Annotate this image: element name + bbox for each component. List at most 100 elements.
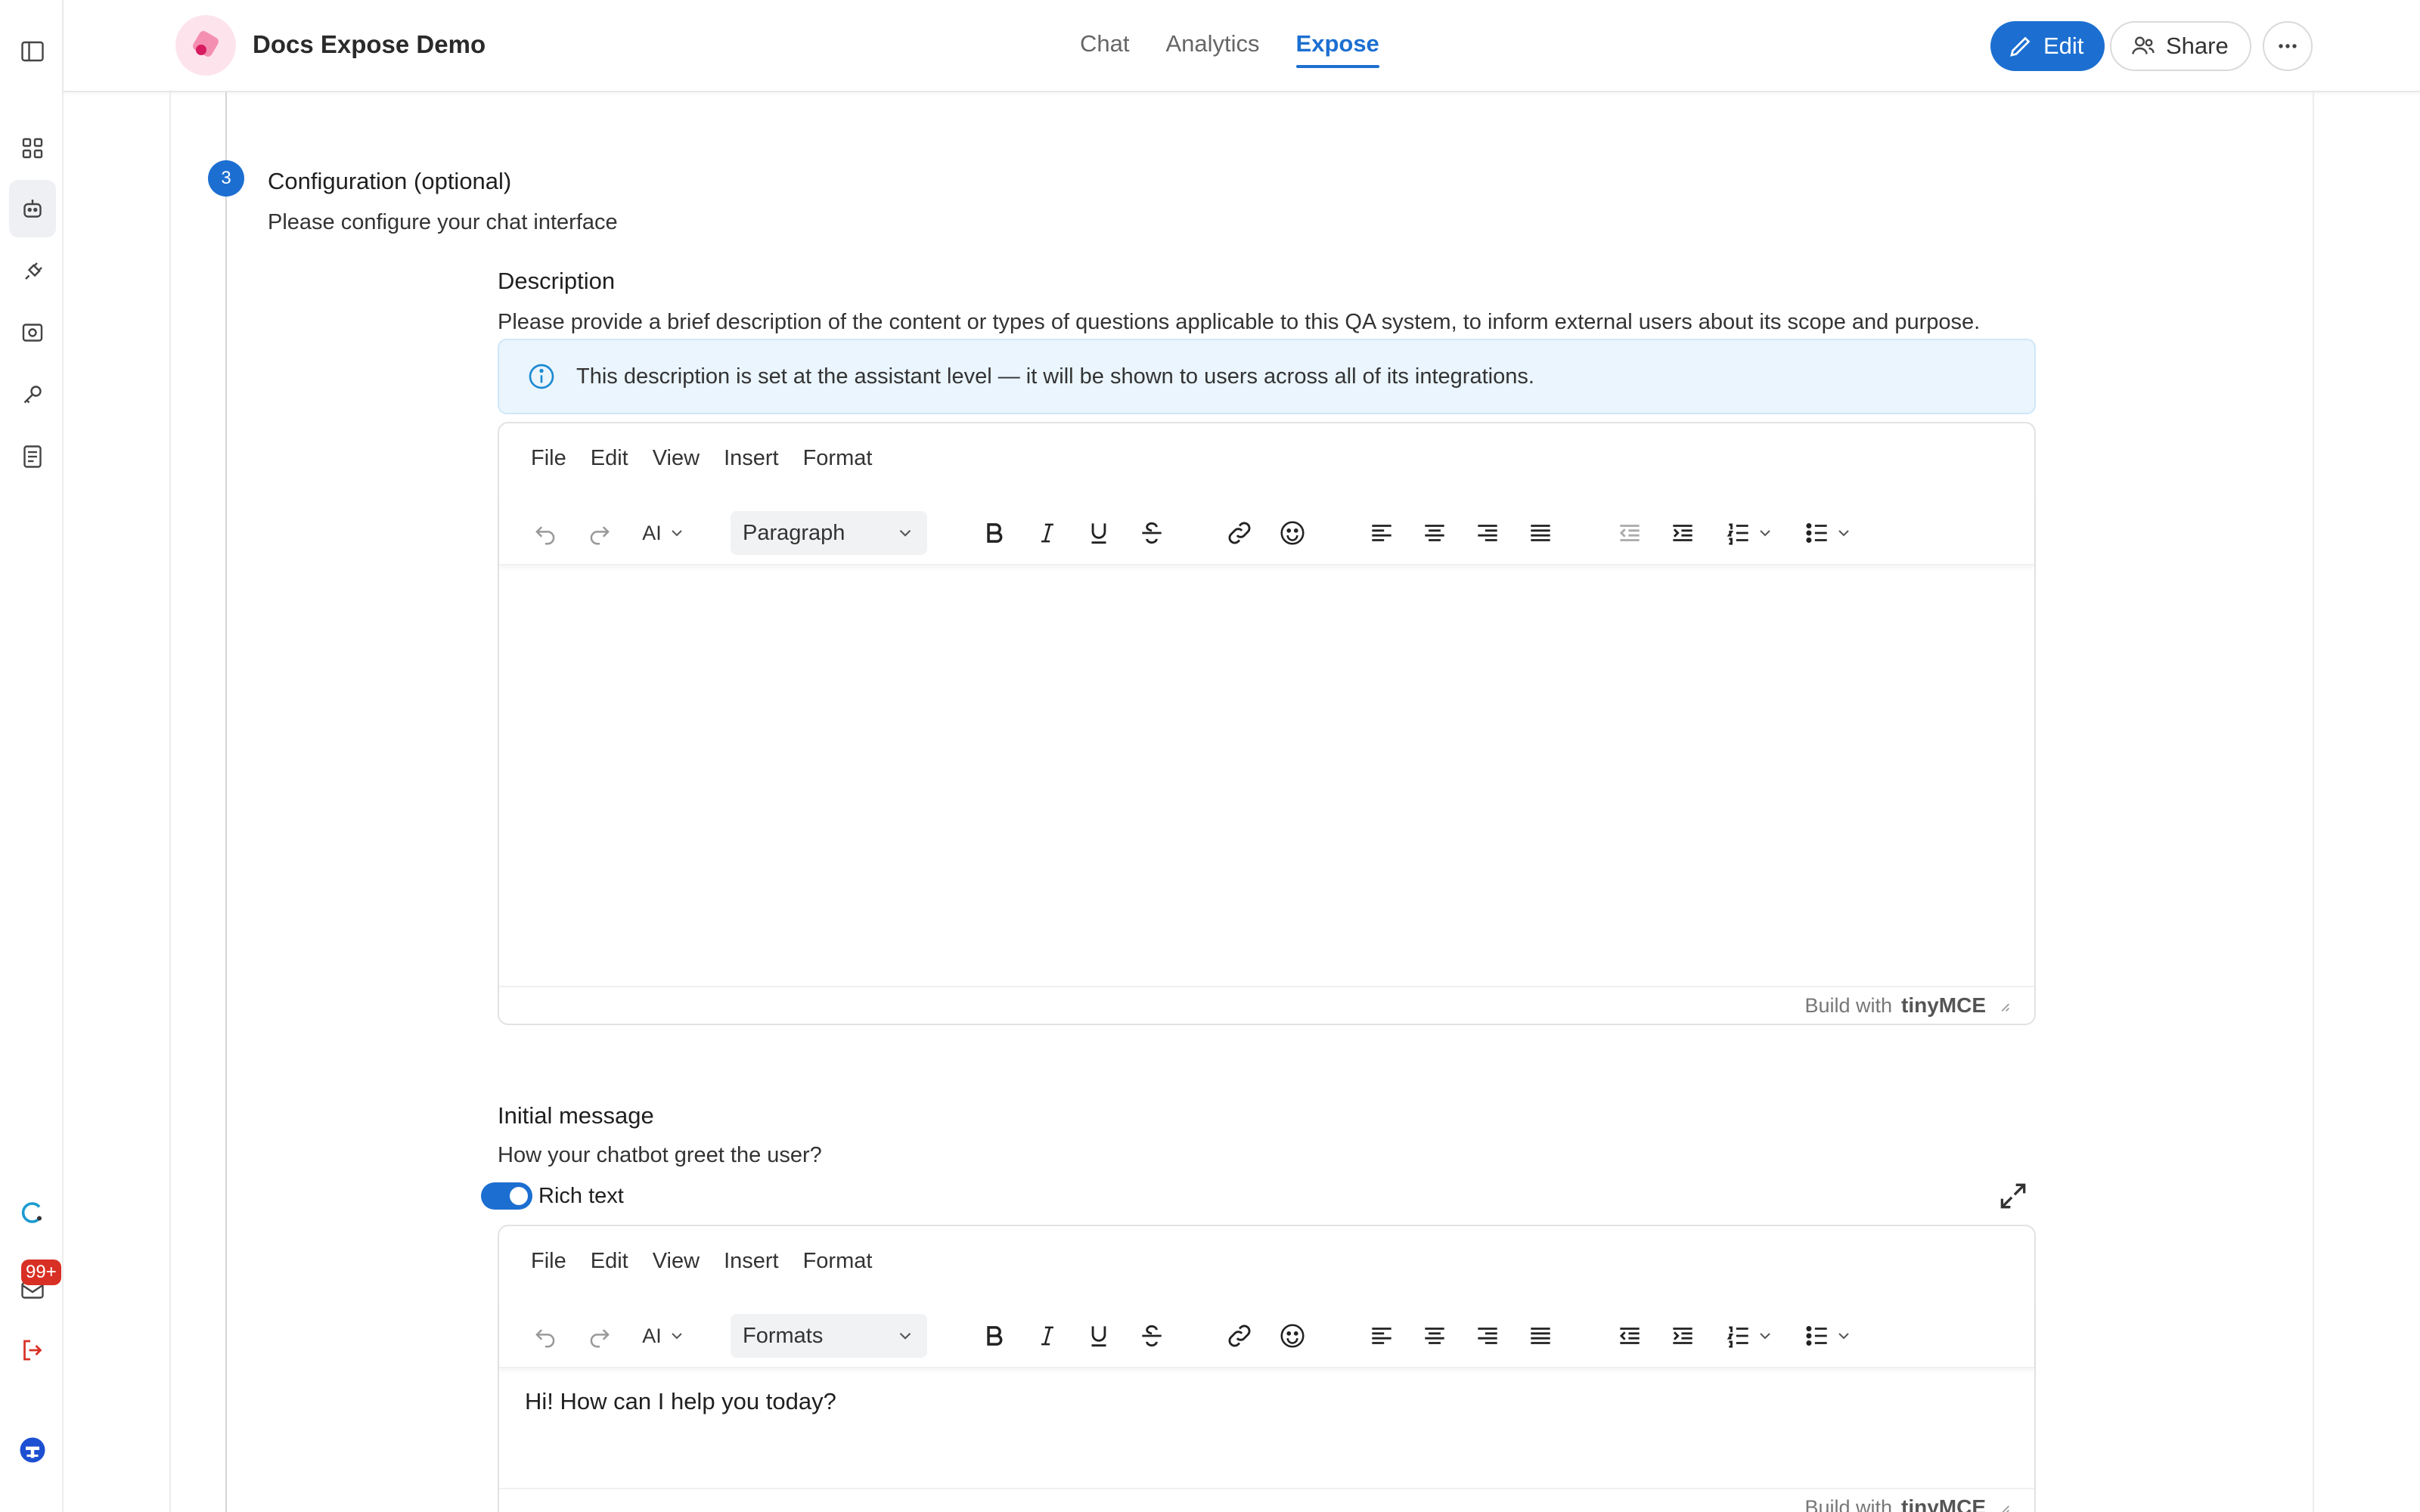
- toggle-knob: [510, 1187, 528, 1205]
- outdent-icon[interactable]: [1611, 514, 1649, 552]
- bold-icon[interactable]: [976, 514, 1013, 552]
- align-justify-icon[interactable]: [1522, 1317, 1559, 1355]
- bullet-list-button[interactable]: [1794, 1317, 1862, 1355]
- indent-icon[interactable]: [1664, 1317, 1702, 1355]
- align-center-icon[interactable]: [1416, 514, 1454, 552]
- undo-icon[interactable]: [526, 514, 564, 552]
- logout-icon[interactable]: [9, 1321, 56, 1379]
- editor-statusbar: Build with tinyMCE: [499, 986, 2034, 1024]
- rich-text-toggle[interactable]: [481, 1182, 532, 1210]
- chevron-down-icon: [672, 1333, 682, 1340]
- tab-analytics[interactable]: Analytics: [1165, 30, 1259, 68]
- edit-button[interactable]: Edit: [1990, 21, 2105, 71]
- description-label: Description: [498, 268, 616, 294]
- menu-view[interactable]: View: [653, 1249, 700, 1274]
- tab-chat[interactable]: Chat: [1080, 30, 1129, 68]
- italic-icon[interactable]: [1028, 1317, 1066, 1355]
- step-subtitle: Please configure your chat interface: [268, 210, 618, 234]
- initial-message-hint: How your chatbot greet the user?: [498, 1143, 822, 1167]
- step-title: Configuration (optional): [268, 168, 512, 194]
- align-left-icon[interactable]: [1363, 1317, 1401, 1355]
- underline-icon[interactable]: [1080, 1317, 1118, 1355]
- strikethrough-icon[interactable]: [1133, 1317, 1171, 1355]
- bullet-list-button[interactable]: [1794, 514, 1862, 552]
- expand-icon[interactable]: [1996, 1179, 2030, 1213]
- resize-handle-icon[interactable]: [1995, 997, 2012, 1014]
- plug-icon[interactable]: [9, 243, 56, 301]
- align-justify-icon[interactable]: [1522, 514, 1559, 552]
- menu-file[interactable]: File: [531, 1249, 566, 1274]
- block-format-value: Paragraph: [743, 520, 845, 545]
- bold-icon[interactable]: [976, 1317, 1013, 1355]
- align-left-icon[interactable]: [1363, 514, 1401, 552]
- edit-button-label: Edit: [2043, 33, 2084, 59]
- sidebar-toggle-icon[interactable]: [9, 23, 56, 80]
- block-format-select[interactable]: Formats: [731, 1314, 927, 1358]
- initial-message-content[interactable]: Hi! How can I help you today?: [525, 1388, 836, 1415]
- key-icon[interactable]: [9, 366, 56, 423]
- underline-icon[interactable]: [1080, 514, 1118, 552]
- apps-grid-icon[interactable]: [9, 119, 56, 177]
- italic-icon[interactable]: [1028, 514, 1066, 552]
- chevron-down-icon: [1838, 530, 1849, 537]
- bot-icon[interactable]: [9, 180, 56, 237]
- indent-icon[interactable]: [1664, 514, 1702, 552]
- editor-menubar: File Edit View Insert Format: [531, 1249, 872, 1274]
- ellipsis-icon: [2279, 44, 2297, 48]
- numbered-list-button[interactable]: [1715, 514, 1783, 552]
- resize-handle-icon[interactable]: [1995, 1499, 2012, 1512]
- ai-label: AI: [642, 521, 662, 544]
- undo-icon[interactable]: [526, 1317, 564, 1355]
- tinymce-logo[interactable]: tinyMCE: [1901, 993, 1986, 1018]
- align-center-icon[interactable]: [1416, 1317, 1454, 1355]
- link-icon[interactable]: [1221, 1317, 1258, 1355]
- step-number-badge: 3: [208, 160, 244, 197]
- notification-badge: 99+: [21, 1259, 61, 1285]
- editor-statusbar: Build with tinyMCE: [499, 1488, 2034, 1512]
- ai-label: AI: [642, 1324, 662, 1347]
- ai-assistant-button[interactable]: AI: [634, 1317, 694, 1355]
- description-hint: Please provide a brief description of th…: [498, 310, 1981, 334]
- redo-icon[interactable]: [581, 514, 619, 552]
- editor-toolbar: AI Formats: [499, 1302, 2034, 1368]
- align-right-icon[interactable]: [1469, 514, 1506, 552]
- menu-edit[interactable]: Edit: [591, 446, 628, 471]
- block-format-select[interactable]: Paragraph: [731, 511, 927, 555]
- chevron-down-icon: [899, 1332, 911, 1340]
- tab-expose[interactable]: Expose: [1295, 30, 1380, 68]
- initial-message-label: Initial message: [498, 1102, 654, 1129]
- ai-assistant-button[interactable]: AI: [634, 514, 694, 552]
- numbered-list-icon: [1727, 523, 1748, 545]
- menu-insert[interactable]: Insert: [724, 1249, 779, 1274]
- scan-icon[interactable]: [9, 304, 56, 361]
- document-icon[interactable]: [9, 428, 56, 485]
- align-right-icon[interactable]: [1469, 1317, 1506, 1355]
- info-icon: [529, 364, 554, 389]
- share-button[interactable]: Share: [2110, 21, 2251, 71]
- chevron-down-icon: [1760, 530, 1770, 537]
- step-connector-line: [225, 92, 227, 1512]
- menu-format[interactable]: Format: [803, 446, 873, 471]
- emoji-icon[interactable]: [1274, 1317, 1311, 1355]
- link-icon[interactable]: [1221, 514, 1258, 552]
- menu-file[interactable]: File: [531, 446, 566, 471]
- users-icon: [2132, 36, 2155, 54]
- built-with-text: Build with: [1804, 1495, 1892, 1512]
- tinymce-logo[interactable]: tinyMCE: [1901, 1495, 1986, 1512]
- menu-insert[interactable]: Insert: [724, 446, 779, 471]
- chevron-down-icon: [672, 530, 682, 537]
- numbered-list-button[interactable]: [1715, 1317, 1783, 1355]
- user-avatar[interactable]: [9, 1421, 56, 1479]
- description-editor: File Edit View Insert Format AI Paragrap…: [498, 422, 2036, 1025]
- emoji-icon[interactable]: [1274, 514, 1311, 552]
- menu-edit[interactable]: Edit: [591, 1249, 628, 1274]
- assistant-logo-icon[interactable]: [9, 1184, 56, 1241]
- bullet-list-icon: [1806, 523, 1827, 543]
- redo-icon[interactable]: [581, 1317, 619, 1355]
- strikethrough-icon[interactable]: [1133, 514, 1171, 552]
- numbered-list-icon: [1727, 1326, 1748, 1348]
- menu-format[interactable]: Format: [803, 1249, 873, 1274]
- outdent-icon[interactable]: [1611, 1317, 1649, 1355]
- more-options-button[interactable]: [2263, 21, 2313, 71]
- menu-view[interactable]: View: [653, 446, 700, 471]
